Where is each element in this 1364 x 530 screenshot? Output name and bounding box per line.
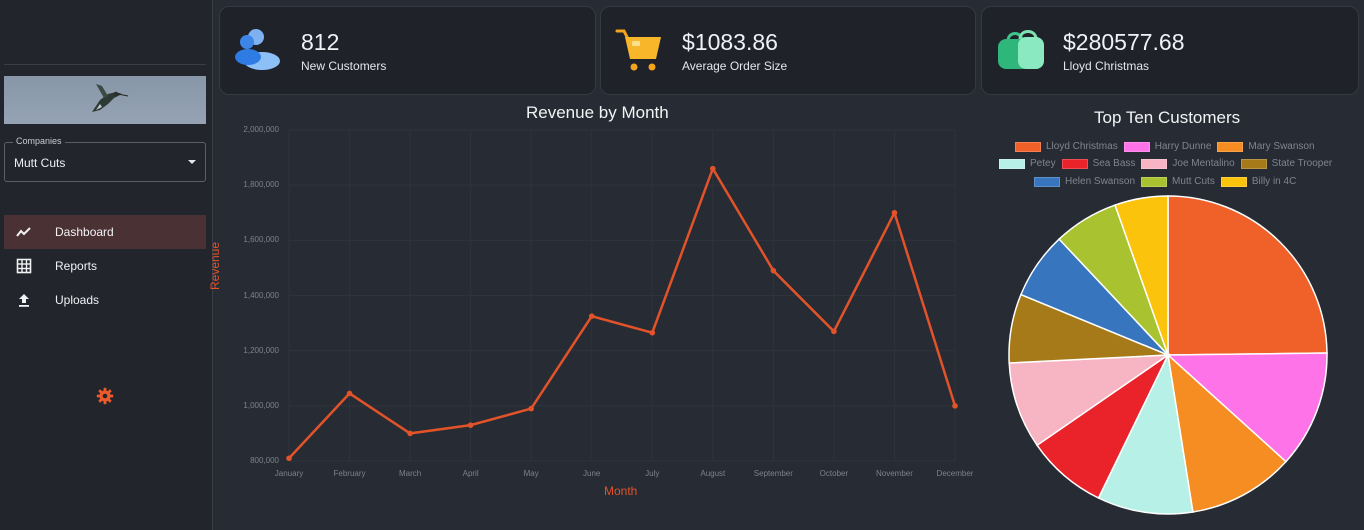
top-customers-pie-chart xyxy=(1008,195,1328,515)
pie-slice[interactable] xyxy=(1167,195,1328,356)
